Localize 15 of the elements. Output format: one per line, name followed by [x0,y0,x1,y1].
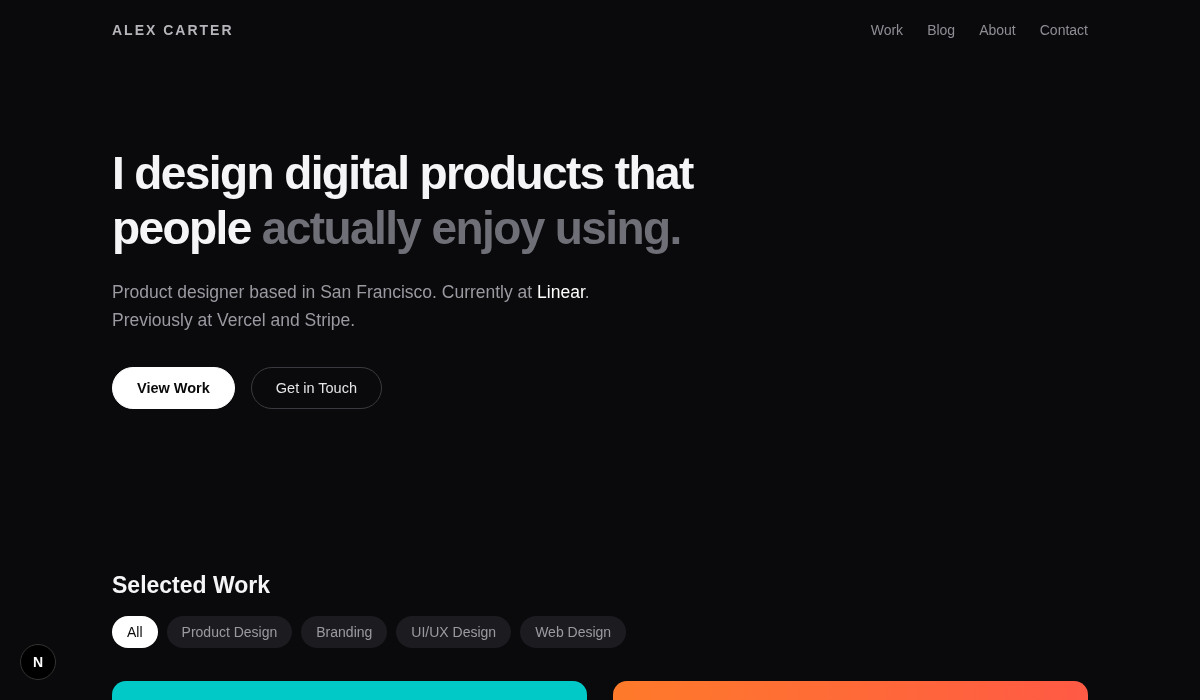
filter-chip[interactable]: Product Design [166,616,293,648]
dev-indicator-button[interactable]: N [20,644,56,680]
filter-chip[interactable]: All [112,616,158,648]
filter-chip[interactable]: UI/UX Design [396,616,512,648]
intro-text: Product designer based in San Francisco. Currently at Linear. Previously at Vercel and Stripe. [112,281,591,332]
filter-chip[interactable]: Branding [301,616,388,648]
filter-chip[interactable]: Web Design [520,616,627,648]
nav-link[interactable]: About [979,22,1016,38]
view-work-button[interactable]: View Work [112,367,235,409]
nav-link[interactable]: Contact [1039,22,1088,38]
nav-link[interactable]: Blog [927,22,956,38]
hero-headline: I design digital products that people actually enjoy using. [112,146,695,256]
brand-name[interactable]: ALEX CARTER [112,22,234,38]
nav-link[interactable]: Work [870,22,904,38]
section-title: Selected Work [112,572,272,599]
